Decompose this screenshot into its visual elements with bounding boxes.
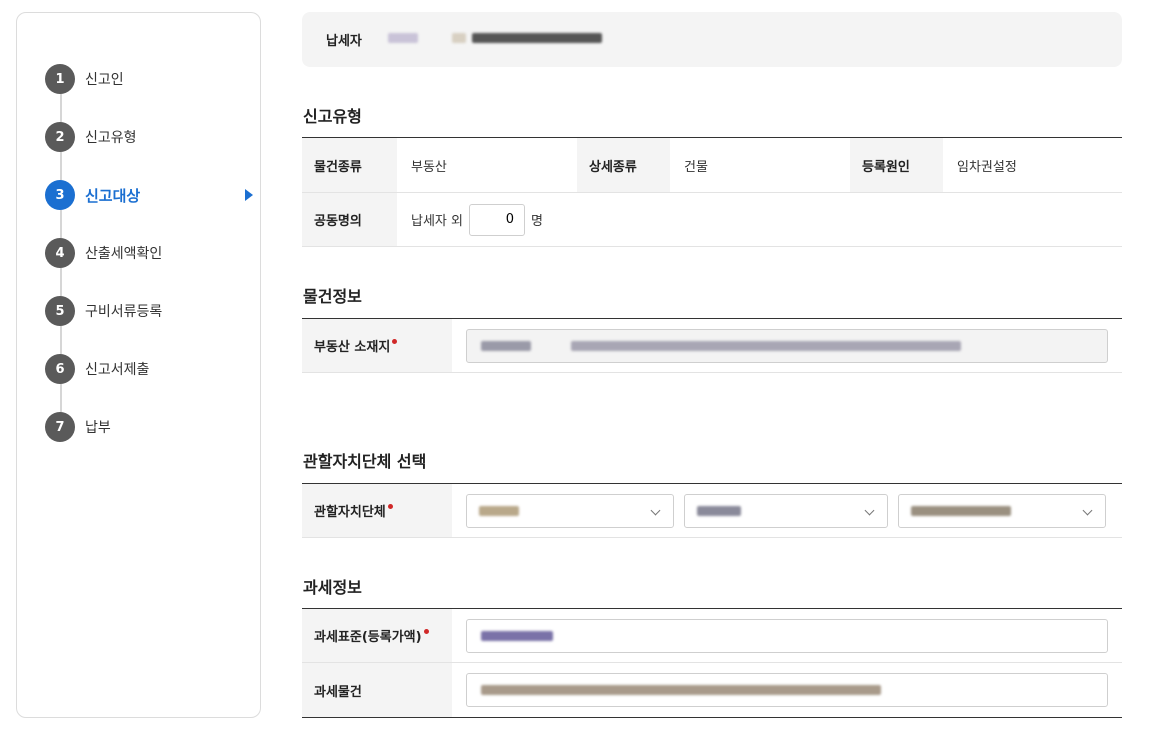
tax-base-label-cell: 과세표준(등록가액) — [302, 609, 452, 662]
table-row: 공동명의 납세자 외 명 — [302, 193, 1122, 247]
reg-cause-label: 등록원인 — [850, 138, 943, 192]
chevron-down-icon — [1082, 505, 1093, 515]
jurisdiction-label-cell: 관할자치단체 — [302, 484, 452, 537]
tax-object-input[interactable] — [466, 673, 1108, 707]
joint-owner-prefix: 납세자 외 — [411, 214, 463, 229]
chevron-down-icon — [864, 505, 875, 515]
step-3-current[interactable]: 3 신고대상 — [45, 179, 253, 211]
step-7[interactable]: 7 납부 — [45, 411, 245, 443]
section-title-tax-info: 과세정보 — [303, 578, 362, 597]
step-label: 신고서제출 — [85, 362, 150, 378]
detail-kind-value: 건물 — [684, 159, 708, 175]
jurisdiction-selects — [452, 484, 1122, 537]
jurisdiction-label: 관할자치단체 — [314, 505, 386, 520]
required-mark — [392, 339, 398, 344]
chevron-down-icon — [650, 505, 661, 515]
section-title-jurisdiction: 관할자치단체 선택 — [303, 452, 427, 471]
tax-base-input[interactable] — [466, 618, 1108, 653]
step-label: 구비서류등록 — [85, 304, 163, 320]
step-number: 5 — [45, 296, 75, 326]
district-select[interactable] — [898, 493, 1106, 528]
province-select[interactable] — [466, 493, 674, 528]
property-kind-label: 물건종류 — [302, 138, 397, 192]
address-label-cell: 부동산 소재지 — [302, 319, 452, 372]
step-label: 산출세액확인 — [85, 246, 163, 262]
current-step-arrow-icon — [245, 189, 253, 201]
step-number: 2 — [45, 122, 75, 152]
table-row: 관할자치단체 — [302, 484, 1122, 538]
address-cell — [452, 319, 1122, 372]
step-number: 4 — [45, 238, 75, 268]
joint-owner-suffix: 명 — [530, 214, 543, 229]
table-row: 과세물건 — [302, 663, 1122, 717]
table-row: 과세표준(등록가액) — [302, 609, 1122, 663]
tax-object-cell — [452, 663, 1122, 717]
tax-base-cell — [452, 609, 1122, 662]
table-row: 부동산 소재지 — [302, 319, 1122, 373]
step-number: 7 — [45, 412, 75, 442]
tax-info-table: 과세표준(등록가액) 과세물건 — [302, 608, 1122, 718]
step-label: 납부 — [85, 420, 111, 436]
step-label: 신고대상 — [85, 186, 141, 205]
step-2[interactable]: 2 신고유형 — [45, 121, 245, 153]
step-number: 6 — [45, 354, 75, 384]
city-select[interactable] — [684, 493, 888, 528]
taxpayer-summary: 납세자 — [302, 12, 1122, 67]
required-mark — [387, 504, 393, 509]
step-6[interactable]: 6 신고서제출 — [45, 353, 245, 385]
required-mark — [423, 629, 429, 634]
detail-kind-label: 상세종류 — [577, 138, 670, 192]
step-4[interactable]: 4 산출세액확인 — [45, 237, 245, 269]
address-label: 부동산 소재지 — [314, 340, 391, 355]
joint-owner-count-input[interactable] — [468, 203, 525, 236]
step-label: 신고인 — [85, 72, 124, 88]
joint-owner-label: 공동명의 — [302, 193, 397, 246]
step-number: 3 — [45, 180, 75, 210]
joint-owner-cell: 납세자 외 명 — [397, 193, 1122, 246]
step-5[interactable]: 5 구비서류등록 — [45, 295, 245, 327]
table-row: 물건종류 부동산 상세종류 건물 등록원인 임차권설정 — [302, 138, 1122, 193]
property-kind-value: 부동산 — [411, 159, 447, 175]
taxpayer-label: 납세자 — [326, 34, 362, 49]
address-input[interactable] — [466, 328, 1108, 363]
step-label: 신고유형 — [85, 130, 137, 146]
step-number: 1 — [45, 64, 75, 94]
reg-cause-value: 임차권설정 — [957, 159, 1017, 175]
property-info-table: 부동산 소재지 — [302, 318, 1122, 373]
step-1[interactable]: 1 신고인 — [45, 63, 245, 95]
report-type-table: 물건종류 부동산 상세종류 건물 등록원인 임차권설정 공동명의 납세자 외 명 — [302, 137, 1122, 247]
section-title-report-type: 신고유형 — [303, 107, 362, 126]
tax-base-label: 과세표준(등록가액) — [314, 630, 422, 645]
taxpayer-redacted-name — [387, 32, 603, 47]
section-title-property-info: 물건정보 — [303, 287, 362, 306]
tax-object-label: 과세물건 — [302, 663, 452, 717]
step-sidebar: 1 신고인 2 신고유형 3 신고대상 4 산출세액확인 5 구비서류등록 6 … — [16, 12, 261, 718]
jurisdiction-table: 관할자치단체 — [302, 483, 1122, 538]
